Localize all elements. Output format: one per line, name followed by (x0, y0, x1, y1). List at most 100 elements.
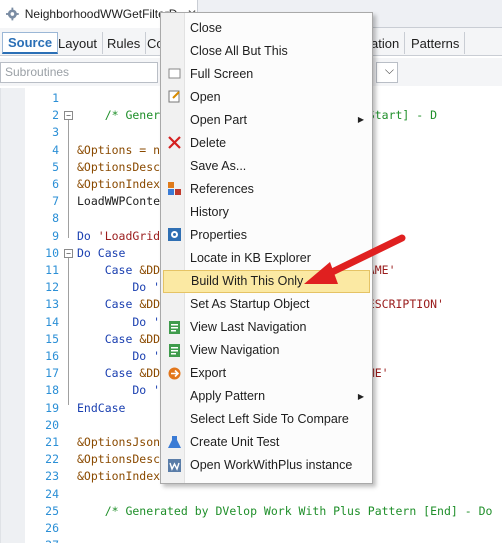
code-text: Do ' (77, 348, 160, 365)
menu-item-set-as-startup-object[interactable]: Set As Startup Object (163, 293, 370, 316)
line-number: 15 (45, 331, 59, 346)
delete-icon (167, 135, 182, 150)
menu-item-label: Build With This Only (191, 274, 304, 289)
collapse-icon[interactable]: − (64, 248, 73, 258)
export-icon (167, 366, 182, 381)
menu-item-label: Open Part (190, 112, 247, 127)
submenu-arrow-icon: ▶ (357, 115, 364, 125)
red-arrow-annotation (304, 234, 406, 284)
code-line: 25 /* Generated by DVelop Work With Plus… (1, 503, 502, 520)
tab-patterns[interactable]: Patterns (406, 32, 466, 54)
line-number: 2 (52, 108, 59, 123)
line-number: 18 (45, 383, 59, 398)
code-token: 'LoadGridS (97, 228, 168, 243)
code-text: Do Case (77, 245, 125, 262)
menu-item-delete[interactable]: Delete (163, 131, 370, 154)
menu-item-create-unit-test[interactable]: Create Unit Test (163, 431, 370, 454)
code-token: Case (77, 263, 140, 277)
line-number: 5 (52, 159, 59, 174)
line-number: 3 (52, 125, 59, 140)
menu-item-label: History (190, 204, 229, 219)
line-number: 10 (45, 245, 59, 260)
line-number: 17 (45, 366, 59, 381)
procedure-gear-icon (6, 7, 19, 21)
code-text: /* Generated by DVelop Work With Plus Pa… (77, 503, 493, 520)
line-number: 24 (45, 486, 59, 501)
line-number: 19 (45, 400, 59, 415)
line-number: 13 (45, 297, 59, 312)
code-text: LoadWWPContex (77, 193, 167, 210)
code-token: &Options = ne (77, 142, 168, 157)
code-token: Do ' (77, 314, 161, 329)
code-token: Do ' (77, 349, 161, 363)
line-number: 22 (45, 452, 59, 467)
tab-source[interactable]: Source (2, 32, 59, 54)
workwithplus-icon (167, 458, 182, 473)
menu-item-close[interactable]: Close (163, 16, 370, 39)
collapse-icon[interactable]: − (64, 111, 73, 121)
chevron-down-icon: ⌵ (384, 63, 394, 77)
subroutines-combo[interactable]: Subroutines (0, 62, 158, 83)
unit-test-icon (167, 435, 182, 450)
properties-icon (167, 227, 182, 242)
menu-item-view-last-navigation[interactable]: View Last Navigation (163, 316, 370, 339)
menu-item-label: Properties (190, 227, 247, 242)
subroutine-dropdown[interactable]: ⌵ (376, 62, 398, 83)
code-token: Do ' (77, 383, 161, 398)
code-text: &OptionsJson (77, 434, 160, 451)
menu-item-full-screen[interactable]: Full Screen (163, 62, 370, 85)
line-number: 4 (52, 142, 59, 157)
menu-item-label: Save As... (190, 158, 247, 173)
full-screen-icon (167, 66, 182, 81)
menu-item-label: Set As Startup Object (190, 297, 310, 312)
code-text: &Options = ne (77, 142, 167, 159)
menu-item-open-workwithplus-instance[interactable]: Open WorkWithPlus instance (163, 454, 370, 477)
submenu-arrow-icon: ▶ (357, 391, 364, 401)
menu-item-close-all-but-this[interactable]: Close All But This (163, 39, 370, 62)
menu-item-history[interactable]: History (163, 200, 370, 223)
menu-item-open[interactable]: Open (163, 85, 370, 108)
code-token: EndCase (77, 400, 126, 415)
subroutines-combo-placeholder: Subroutines (5, 65, 70, 79)
line-number: 6 (52, 177, 59, 191)
menu-item-label: Close (190, 20, 222, 35)
line-number: 20 (45, 417, 59, 432)
menu-item-label: Export (190, 366, 227, 381)
menu-item-label: Open WorkWithPlus instance (190, 458, 353, 473)
menu-item-label: Close All But This (190, 43, 288, 58)
code-text: Do ' (77, 382, 160, 399)
line-number: 1 (52, 91, 59, 105)
navigation-icon (167, 343, 182, 358)
line-number: 23 (45, 469, 59, 484)
code-token: Do Case (77, 245, 126, 260)
line-number: 14 (45, 314, 59, 329)
tab-layout[interactable]: Layout (53, 32, 104, 54)
code-text: Do 'LoadGridS (77, 228, 167, 245)
code-line: 26 (1, 520, 502, 537)
menu-item-apply-pattern[interactable]: Apply Pattern ▶ (163, 385, 370, 408)
code-token: Case (77, 366, 140, 381)
code-token: Case (77, 331, 140, 346)
code-token: Case (77, 297, 140, 312)
line-number: 21 (45, 435, 59, 449)
menu-item-select-left-side-to-compare[interactable]: Select Left Side To Compare (163, 408, 370, 431)
menu-item-export[interactable]: Export (163, 362, 370, 385)
navigation-icon (167, 320, 182, 335)
open-icon (167, 89, 182, 104)
menu-item-label: Full Screen (190, 66, 254, 81)
code-token: Do (77, 228, 98, 243)
code-text: EndCase (77, 400, 125, 417)
menu-item-view-navigation[interactable]: View Navigation (163, 339, 370, 362)
menu-item-save-as[interactable]: Save As... (163, 154, 370, 177)
menu-item-label: Apply Pattern (190, 389, 266, 404)
code-token: LoadWWPContex (77, 194, 168, 209)
menu-item-label: References (190, 181, 254, 196)
line-number: 9 (52, 228, 59, 243)
menu-item-open-part[interactable]: Open Part ▶ (163, 108, 370, 131)
code-line: 24 (1, 486, 502, 503)
tab-rules[interactable]: Rules (102, 32, 147, 54)
code-text: Do ' (77, 279, 160, 296)
menu-item-references[interactable]: References (163, 177, 370, 200)
menu-item-label: Select Left Side To Compare (190, 412, 349, 427)
code-token: /* Generated by DVelop Work With Plus Pa… (77, 503, 493, 518)
